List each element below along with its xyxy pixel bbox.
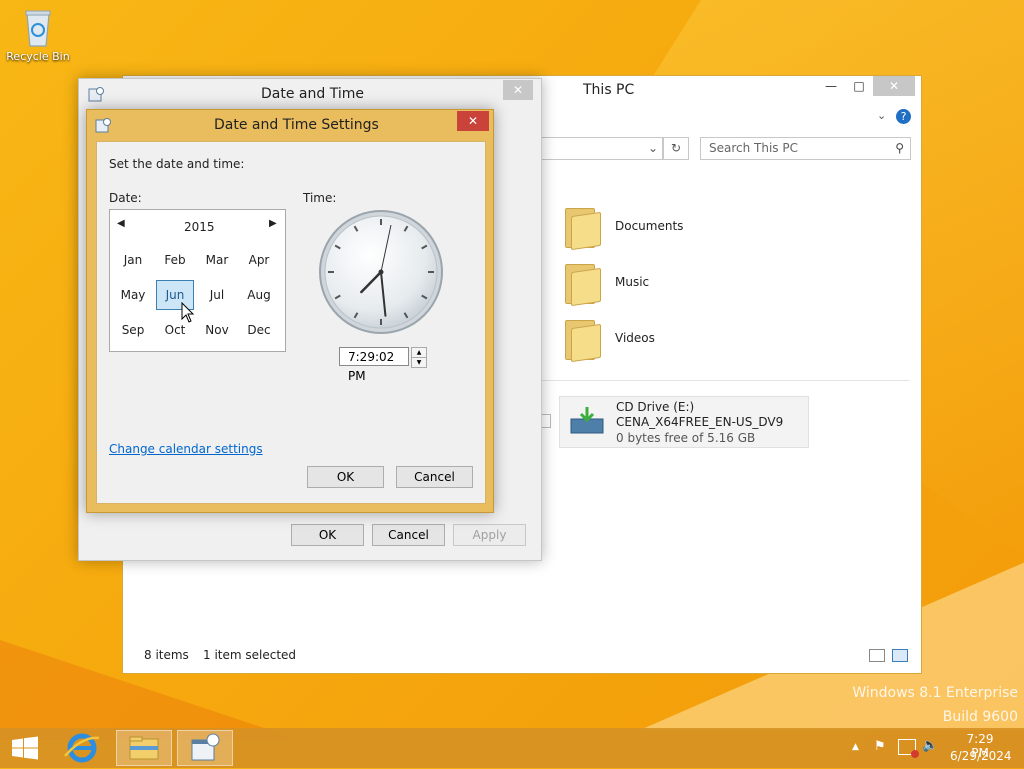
cd-drive-volume: CENA_X64FREE_EN-US_DV9 xyxy=(616,415,784,429)
folder-videos-label[interactable]: Videos xyxy=(615,331,655,345)
settings-close-button[interactable]: ✕ xyxy=(457,111,489,131)
search-icon: ⚲ xyxy=(895,141,904,155)
status-selection: 1 item selected xyxy=(203,648,297,662)
date-time-app-icon xyxy=(88,86,104,102)
date-time-taskbar-button[interactable] xyxy=(177,730,233,766)
month-apr[interactable]: Apr xyxy=(240,245,278,275)
file-explorer-taskbar-button[interactable] xyxy=(116,730,172,766)
change-calendar-settings-link[interactable]: Change calendar settings xyxy=(109,442,263,456)
folder-documents-label[interactable]: Documents xyxy=(615,219,683,233)
settings-ok-button[interactable]: OK xyxy=(307,466,384,488)
settings-cancel-button[interactable]: Cancel xyxy=(396,466,473,488)
start-button[interactable] xyxy=(0,730,50,766)
settings-title: Date and Time Settings xyxy=(214,117,379,133)
section-divider xyxy=(539,380,909,381)
recycle-bin-label: Recycle Bin xyxy=(6,50,70,63)
date-and-time-cancel-button[interactable]: Cancel xyxy=(372,524,445,546)
volume-muted-icon[interactable]: 🔈 xyxy=(922,738,938,753)
show-hidden-icons-icon[interactable]: ▲ xyxy=(852,742,859,752)
maximize-button[interactable]: □ xyxy=(845,76,873,96)
windows-logo-icon xyxy=(12,736,38,760)
refresh-button[interactable]: ↻ xyxy=(663,137,689,160)
action-center-flag-icon[interactable]: ⚑ xyxy=(874,739,886,754)
settings-app-icon xyxy=(95,117,111,133)
address-bar[interactable]: ⌄ xyxy=(539,137,663,160)
previous-year-arrow-icon[interactable]: ◀ xyxy=(117,218,125,229)
date-and-time-close-button[interactable]: ✕ xyxy=(503,80,533,100)
next-year-arrow-icon[interactable]: ▶ xyxy=(269,218,277,229)
date-and-time-settings-dialog[interactable]: Date and Time Settings ✕ Set the date an… xyxy=(86,109,494,513)
month-may[interactable]: May xyxy=(114,280,152,310)
month-jan[interactable]: Jan xyxy=(114,245,152,275)
windows-build-watermark: Build 9600 xyxy=(942,709,1018,725)
time-spin-down-button[interactable]: ▼ xyxy=(411,357,427,368)
cd-drive-tile[interactable]: CD Drive (E:) CENA_X64FREE_EN-US_DV9 0 b… xyxy=(559,396,809,448)
folder-music-label[interactable]: Music xyxy=(615,275,649,289)
mouse-cursor-icon xyxy=(181,301,195,327)
videos-folder-icon[interactable] xyxy=(565,318,601,363)
windows-edition-watermark: Windows 8.1 Enterprise xyxy=(852,685,1018,701)
address-dropdown-icon[interactable]: ⌄ xyxy=(648,138,658,159)
date-and-time-ok-button[interactable]: OK xyxy=(291,524,364,546)
documents-folder-icon[interactable] xyxy=(565,206,601,251)
cd-drive-space: 0 bytes free of 5.16 GB xyxy=(616,431,756,445)
minimize-button[interactable]: — xyxy=(817,76,845,96)
internet-explorer-taskbar-button[interactable] xyxy=(55,730,111,766)
date-and-time-title: Date and Time xyxy=(261,86,364,102)
year-calendar[interactable]: ◀ 2015 ▶ Jan Feb Mar Apr May Jun Jul Aug… xyxy=(109,209,286,352)
date-and-time-titlebar[interactable]: Date and Time ✕ xyxy=(79,79,541,109)
help-icon[interactable]: ? xyxy=(896,109,911,124)
time-label: Time: xyxy=(303,191,337,205)
large-icons-view-icon[interactable] xyxy=(892,649,908,662)
file-explorer-icon xyxy=(129,736,159,760)
recycle-bin-icon xyxy=(23,8,53,48)
search-input[interactable]: Search This PC ⚲ xyxy=(700,137,911,160)
status-item-count: 8 items xyxy=(144,648,189,662)
month-feb[interactable]: Feb xyxy=(156,245,194,275)
month-aug[interactable]: Aug xyxy=(240,280,278,310)
music-folder-icon[interactable] xyxy=(565,262,601,307)
settings-titlebar[interactable]: Date and Time Settings ✕ xyxy=(87,110,493,140)
month-dec[interactable]: Dec xyxy=(240,315,278,345)
taskbar: ▲ ⚑ 🔈 7:29 PM 6/29/2024 xyxy=(0,728,1024,768)
recycle-bin-shortcut[interactable]: Recycle Bin xyxy=(4,6,72,76)
analog-clock xyxy=(318,209,444,335)
month-jul[interactable]: Jul xyxy=(198,280,236,310)
date-label: Date: xyxy=(109,191,142,205)
drive-checkbox[interactable] xyxy=(541,414,551,428)
this-pc-title: This PC xyxy=(583,82,635,98)
instruction-text: Set the date and time: xyxy=(109,157,245,171)
ribbon-expand-icon[interactable]: ⌄ xyxy=(877,109,886,122)
time-input[interactable]: 7:29:02 PM xyxy=(339,347,409,383)
cd-drive-icon xyxy=(570,405,604,435)
date-time-settings-icon xyxy=(191,733,220,761)
search-placeholder: Search This PC xyxy=(709,141,798,155)
month-mar[interactable]: Mar xyxy=(198,245,236,275)
network-status-icon[interactable] xyxy=(898,739,919,758)
close-button[interactable]: ✕ xyxy=(873,76,915,96)
settings-body: Set the date and time: Date: Time: ◀ 201… xyxy=(96,141,486,504)
month-sep[interactable]: Sep xyxy=(114,315,152,345)
taskbar-clock-date[interactable]: 6/29/2024 xyxy=(950,749,1012,763)
month-nov[interactable]: Nov xyxy=(198,315,236,345)
cd-drive-name: CD Drive (E:) xyxy=(616,400,695,414)
internet-explorer-icon xyxy=(64,733,100,763)
date-and-time-apply-button[interactable]: Apply xyxy=(453,524,526,546)
calendar-year-header[interactable]: 2015 xyxy=(184,220,215,234)
details-view-icon[interactable] xyxy=(869,649,885,662)
